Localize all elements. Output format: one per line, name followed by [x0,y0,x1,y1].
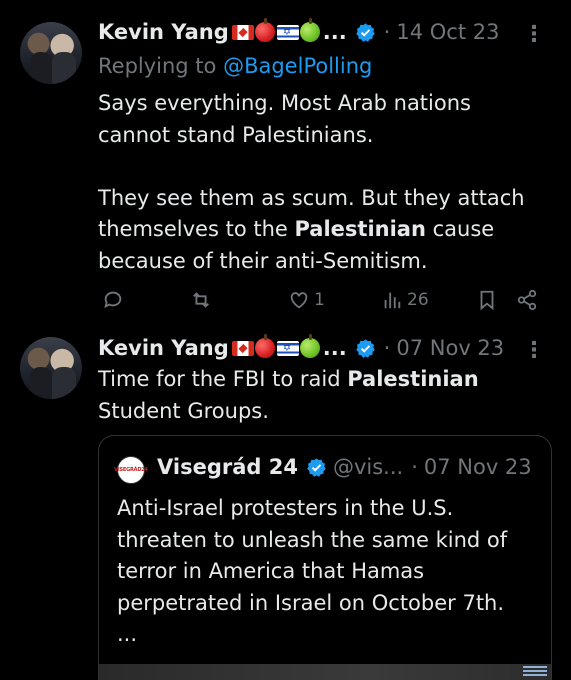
text-line: terror in America that Hamas [117,559,425,583]
text-line: Student Groups. [98,398,269,423]
like-button[interactable]: 1 [288,289,325,311]
like-count: 1 [314,290,325,310]
text-line: Says everything. Most Arab nations [98,91,471,115]
bold-keyword: Palestinian [347,367,479,391]
text-line: Anti-Israel protesters in the U.S. [117,496,454,520]
text-segment: Time for the FBI to raid [98,367,348,391]
name-truncation: ... [322,20,347,44]
replying-to: Replying to @BagelPolling [98,54,372,78]
author-name[interactable]: Kevin Yang [98,20,229,44]
tweet-date[interactable]: 14 Oct 23 [396,20,499,44]
text-segment: themselves to the [98,217,295,241]
more-icon[interactable]: ⋮ [523,24,545,46]
views-icon [384,292,401,309]
text-segment: cause [425,217,495,241]
author-avatar[interactable] [20,337,82,399]
quote-handle: @vis... [332,455,404,479]
tweet-text: Time for the FBI to raid Palestinian Stu… [98,364,548,427]
retweet-icon [193,292,209,308]
text-line: They see them as scum. But they attach [98,185,525,210]
text-line: ... [117,622,138,646]
canada-flag-icon [231,340,254,356]
action-bar: 1 26 [98,289,548,319]
quote-media-preview[interactable] [99,664,551,680]
text-line: cannot stand Palestinians. [98,122,374,147]
quote-avatar[interactable]: VISEGRÁD24 [114,456,148,484]
media-watermark [523,666,547,678]
tweet-header: Kevin Yang ... · 07 Nov 23 [98,334,504,360]
views-button[interactable]: 26 [381,289,429,311]
quoted-tweet[interactable]: VISEGRÁD24 Visegrád 24 @vis... · 07 Nov … [98,435,552,680]
name-truncation: ... [322,336,347,360]
israel-flag-icon [276,24,299,40]
israel-flag-icon [276,340,299,356]
verified-icon [307,457,326,477]
replying-label: Replying to [98,54,224,78]
more-icon[interactable]: ⋮ [523,340,545,362]
text-line: threaten to unleash the same kind of [117,527,508,552]
bookmark-button[interactable] [476,289,498,311]
share-button[interactable] [516,289,538,311]
green-apple-icon [299,334,320,358]
quote-text: Anti-Israel protesters in the U.S. threa… [117,493,537,651]
red-apple-icon [254,334,275,358]
canada-flag-icon [231,24,254,40]
separator-dot: · [383,20,391,44]
quote-avatar-logo: VISEGRÁD24 [114,467,148,473]
quote-author-name[interactable]: Visegrád 24 [157,455,298,479]
text-line: themselves to the Palestinian cause [98,214,548,246]
like-icon [290,292,308,309]
reply-icon [104,291,122,309]
separator-dot: · [383,336,391,360]
text-line: because of their anti-Semitism. [98,248,428,273]
share-icon [517,289,537,311]
quote-header: Visegrád 24 @vis... · 07 Nov 23 [157,455,532,479]
tweet-date[interactable]: 07 Nov 23 [396,336,504,360]
retweet-button[interactable] [190,289,212,311]
red-apple-icon [254,18,275,42]
author-name[interactable]: Kevin Yang [98,336,229,360]
separator-dot: · [411,455,418,479]
text-line: Time for the FBI to raid Palestinian [98,364,548,396]
name-emoji-group [231,334,320,358]
reply-button[interactable] [102,289,124,311]
replying-handle-link[interactable]: @BagelPolling [223,54,372,78]
bookmark-icon [480,290,494,311]
green-apple-icon [299,18,320,42]
tweet-text: Says everything. Most Arab nations canno… [98,88,548,277]
text-line: perpetrated in Israel on October 7th. [117,590,505,615]
bold-keyword: Palestinian [294,217,426,241]
name-emoji-group [231,18,320,42]
quote-date[interactable]: 07 Nov 23 [424,455,532,479]
author-avatar[interactable] [20,22,82,84]
views-count: 26 [407,290,429,310]
verified-icon [355,338,375,358]
tweet-header: Kevin Yang ... · 14 Oct 23 [98,18,499,44]
verified-icon [355,22,375,42]
